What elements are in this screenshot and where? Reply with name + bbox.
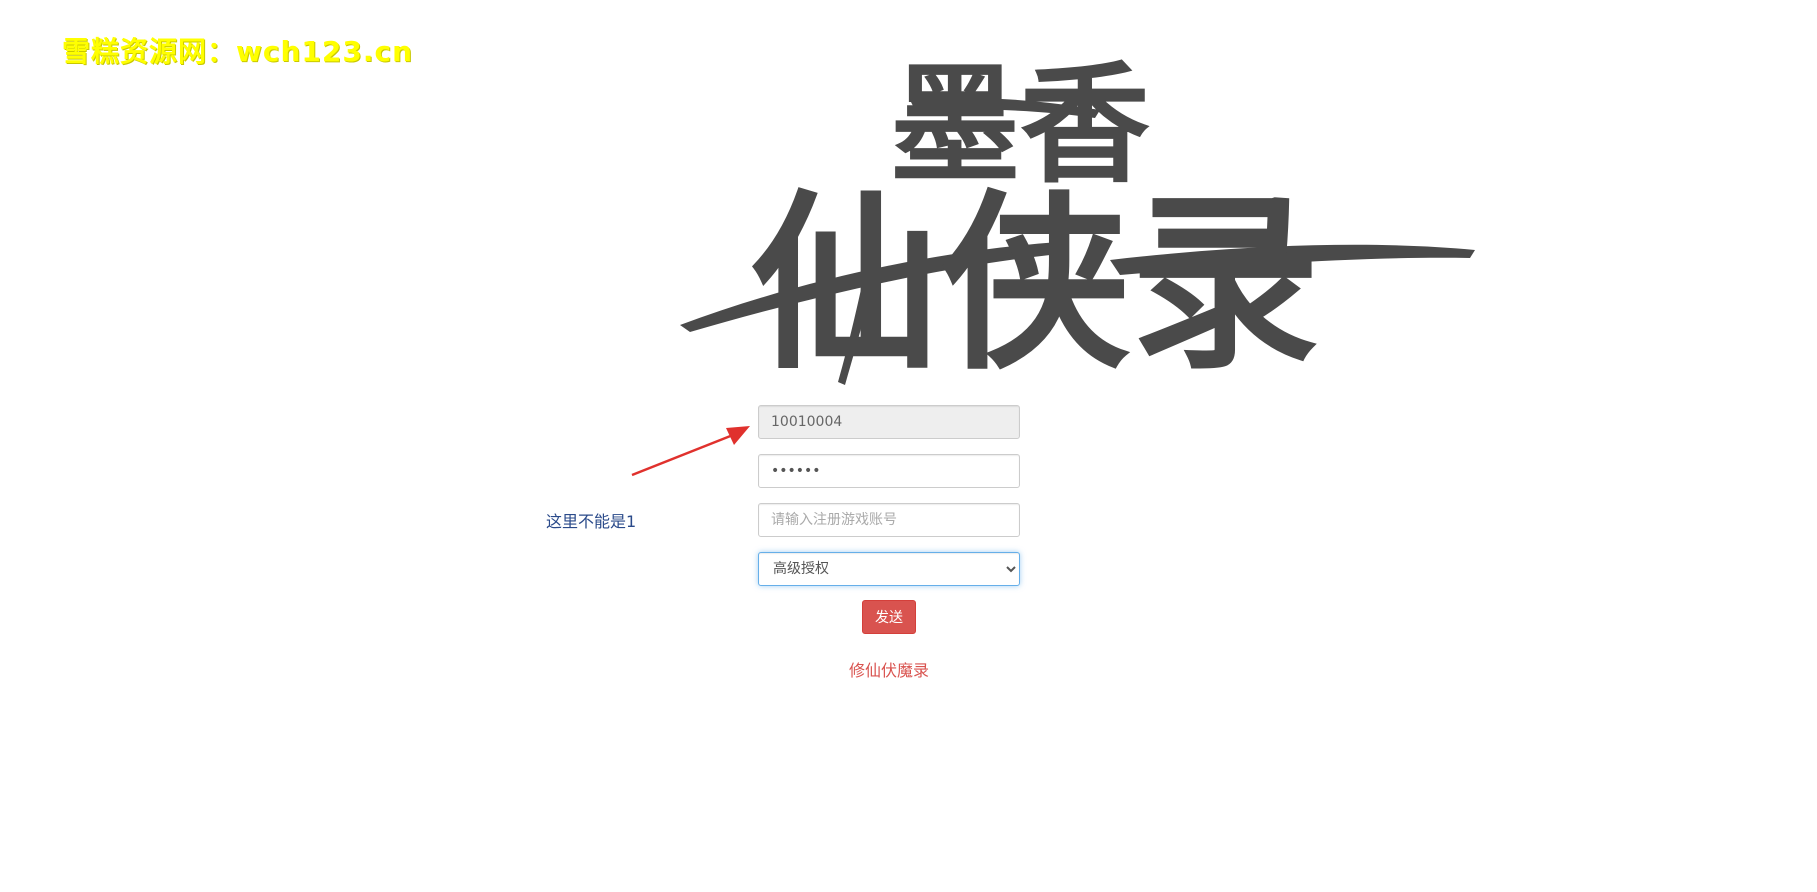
register-account-input[interactable] — [758, 503, 1020, 537]
account-id-field[interactable] — [758, 405, 1020, 439]
password-field[interactable] — [758, 454, 1020, 488]
annotation-arrow-icon — [631, 426, 750, 477]
game-logo: 墨香 仙侠录 — [680, 48, 1475, 395]
watermark-text: 雪糕资源网：wch123.cn — [62, 35, 414, 68]
logo-line2: 仙侠录 — [750, 172, 1320, 395]
annotation-note: 这里不能是1 — [546, 512, 637, 531]
authorization-select[interactable]: 高级授权 — [758, 552, 1020, 586]
footer-link[interactable]: 修仙伏魔录 — [848, 657, 930, 681]
send-button[interactable]: 发送 — [862, 600, 916, 634]
